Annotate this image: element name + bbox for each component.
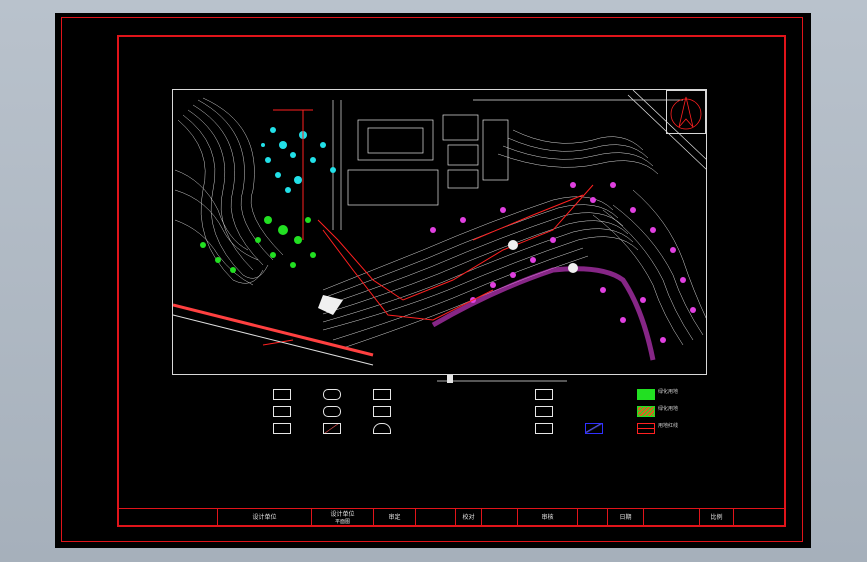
round-symbol-icon (323, 406, 341, 417)
title-cell: 日期 (607, 509, 643, 527)
legend-item (373, 423, 453, 435)
box-symbol-icon (273, 406, 291, 417)
drawing-sheet: 绿化用地 绿化用地 用地红线 设计单位 设计单位 平面图 审定 校对 审核 日期… (55, 13, 811, 548)
title-cell-blank (415, 509, 455, 527)
box-symbol-icon (535, 423, 553, 434)
blue-line-icon (585, 423, 603, 434)
title-cell: 设计单位 (217, 509, 311, 527)
legend: 绿化用地 绿化用地 用地红线 (267, 375, 687, 445)
title-cell-subtext: 平面图 (334, 519, 350, 525)
legend-item (373, 389, 453, 401)
box-symbol-icon (373, 406, 391, 417)
site-plan-map[interactable] (172, 89, 707, 375)
line-symbol-icon (323, 423, 341, 434)
title-block: 设计单位 设计单位 平面图 审定 校对 审核 日期 比例 (117, 508, 786, 527)
north-arrow-box (666, 90, 706, 134)
box-symbol-icon (535, 389, 553, 400)
contour-lines-west (174, 97, 284, 286)
title-cell-blank (117, 509, 217, 527)
red-boundary (262, 109, 594, 346)
cyan-vegetation (261, 127, 336, 193)
title-cell: 比例 (699, 509, 733, 527)
title-cell-blank (577, 509, 607, 527)
title-cell: 审定 (373, 509, 415, 527)
legend-label: 绿化用地 (658, 406, 679, 412)
title-cell-blank (733, 509, 786, 527)
legend-item (373, 406, 453, 418)
title-cell-blank (481, 509, 517, 527)
legend-label: 绿化用地 (658, 389, 679, 395)
magenta-planting (430, 182, 696, 343)
title-cell-text: 设计单位 (330, 511, 355, 518)
legend-item: 绿化用地 (637, 389, 697, 401)
legend-item (535, 389, 615, 401)
green-fill-icon (637, 389, 655, 400)
title-cell-drawing: 设计单位 平面图 (311, 509, 373, 527)
contour-lines-valley (322, 129, 706, 349)
title-cell: 审核 (517, 509, 577, 527)
legend-item: 用地红线 (637, 423, 697, 435)
box-symbol-icon (273, 423, 291, 434)
green-vegetation (200, 216, 316, 273)
round-symbol-icon (323, 389, 341, 400)
box-symbol-icon (273, 389, 291, 400)
box-symbol-icon (535, 406, 553, 417)
legend-item: 绿化用地 (637, 406, 697, 418)
title-cell-blank (643, 509, 699, 527)
south-road-edge (173, 314, 374, 366)
site-plan-drawing (173, 90, 706, 366)
buildings-block (332, 90, 706, 230)
red-line-icon (637, 423, 655, 434)
legend-label: 用地红线 (658, 423, 679, 429)
south-road (173, 303, 374, 357)
hatch-fill-icon (637, 406, 655, 417)
north-arrow-icon (670, 96, 702, 130)
box-symbol-icon (373, 389, 391, 400)
title-cell: 校对 (455, 509, 481, 527)
arc-symbol-icon (373, 423, 391, 434)
legend-item (535, 406, 615, 418)
